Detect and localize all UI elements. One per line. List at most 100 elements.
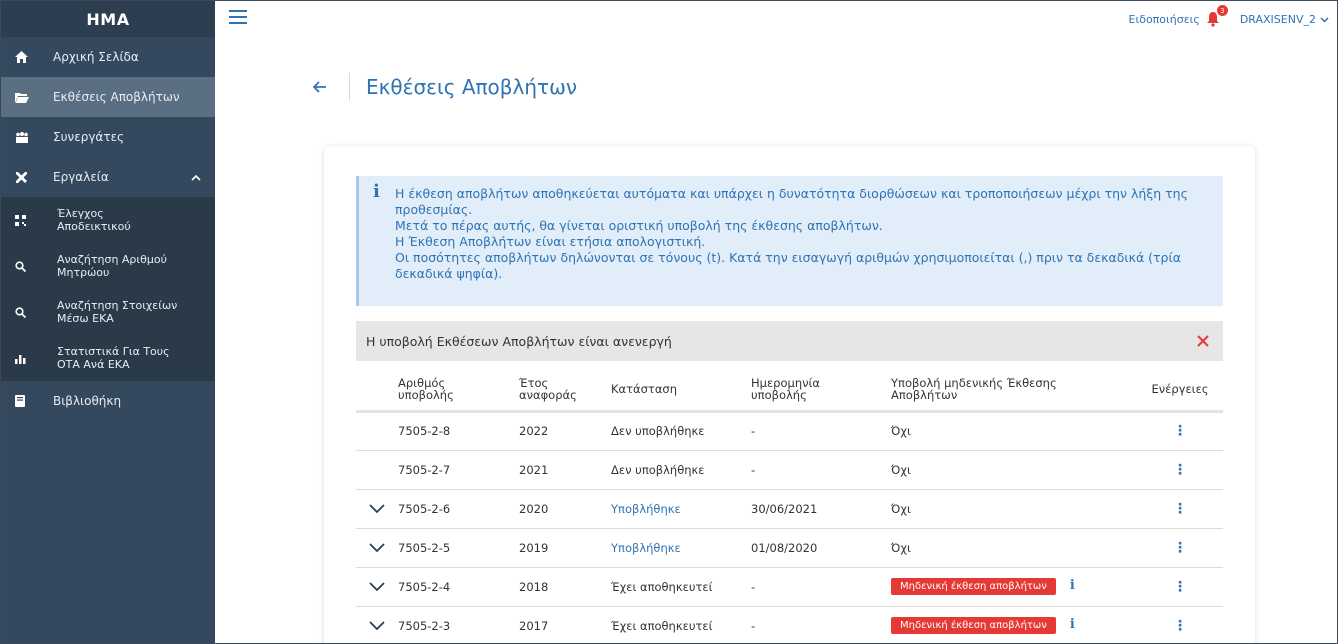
expand-cell: [356, 411, 398, 451]
sidebar-item-home[interactable]: Αρχική Σελίδα: [1, 37, 215, 77]
sidebar-item-label: Εργαλεία: [53, 170, 109, 184]
column-header-number: Αριθμός υποβολής: [398, 369, 519, 413]
cell-zero-report: Μηδενική έκθεση αποβλήτων i: [891, 606, 1137, 643]
table-row: 7505-2-4 2018 Έχει αποθηκευτεί - Μηδενικ…: [356, 567, 1223, 607]
cell-actions: ⋮: [1137, 528, 1223, 568]
folder-open-icon: [15, 92, 53, 103]
cell-state: Δεν υποβλήθηκε: [611, 411, 751, 451]
notifications-button[interactable]: Ειδοποιήσεις 3: [1128, 5, 1228, 27]
search-icon: [15, 260, 57, 272]
table-row: 7505-2-6 2020 Υποβλήθηκε 30/06/2021 Όχι …: [356, 489, 1223, 529]
info-line: Η έκθεση αποβλήτων αποθηκεύεται αυτόματα…: [395, 186, 1188, 217]
user-menu[interactable]: DRAXISENV_2: [1240, 13, 1329, 26]
cell-date: -: [751, 450, 891, 490]
sidebar-item-label: Στατιστικά Για Τους ΟΤΑ Ανά ΕΚΑ: [57, 345, 170, 371]
cell-zero-report: Όχι: [891, 450, 1137, 490]
sidebar-item-label: Αναζήτηση Αριθμού Μητρώου: [57, 253, 167, 279]
table-row: 7505-2-5 2019 Υποβλήθηκε 01/08/2020 Όχι …: [356, 528, 1223, 568]
kebab-menu-icon[interactable]: ⋮: [1173, 501, 1187, 517]
kebab-menu-icon[interactable]: ⋮: [1173, 618, 1187, 634]
cell-state: Υποβλήθηκε: [611, 489, 751, 529]
sidebar-item-label: Βιβλιοθήκη: [53, 394, 122, 408]
chevron-down-icon: [1320, 13, 1329, 26]
users-icon: [15, 131, 53, 143]
zero-report-badge[interactable]: Μηδενική έκθεση αποβλήτων: [891, 578, 1056, 595]
tools-icon: [15, 171, 53, 184]
cell-year: 2020: [519, 489, 611, 529]
header-label: Αριθμός υποβολής: [398, 376, 454, 403]
menu-toggle-icon[interactable]: [229, 10, 247, 26]
chevron-down-icon[interactable]: [369, 618, 385, 634]
cell-number: 7505-2-5: [398, 528, 519, 568]
state-link[interactable]: Υποβλήθηκε: [611, 502, 681, 516]
sidebar-item-label: Αναζήτηση Στοιχείων Μέσω ΕΚΑ: [57, 299, 178, 325]
column-header-date: Ημερομηνία υποβολής: [751, 369, 891, 413]
column-header-actions: Ενέργειες: [1137, 369, 1223, 413]
cell-number: 7505-2-4: [398, 567, 519, 607]
expand-cell: [356, 606, 398, 643]
cell-date: 30/06/2021: [751, 489, 891, 529]
table-row: 7505-2-3 2017 Έχει αποθηκευτεί - Μηδενικ…: [356, 606, 1223, 643]
table-header-row: Αριθμός υποβολής Έτος αναφοράς Κατάσταση…: [356, 369, 1223, 413]
cell-number: 7505-2-7: [398, 450, 519, 490]
book-icon: [15, 395, 53, 407]
cell-date: 01/08/2020: [751, 528, 891, 568]
kebab-menu-icon[interactable]: ⋮: [1173, 462, 1187, 478]
search-icon: [15, 306, 57, 318]
cell-state: Δεν υποβλήθηκε: [611, 450, 751, 490]
cell-date: -: [751, 606, 891, 643]
cell-zero-report: Όχι: [891, 489, 1137, 529]
user-name: DRAXISENV_2: [1239, 12, 1316, 26]
expand-cell: [356, 450, 398, 490]
brand-logo[interactable]: HMA: [1, 1, 215, 37]
notifications-count-badge: 3: [1216, 5, 1228, 16]
sidebar-item-waste-reports[interactable]: Εκθέσεις Αποβλήτων: [1, 77, 215, 117]
cell-year: 2022: [519, 411, 611, 451]
chevron-up-icon[interactable]: [191, 171, 201, 184]
info-icon[interactable]: i: [1070, 617, 1075, 632]
cell-number: 7505-2-3: [398, 606, 519, 643]
header-divider: [349, 73, 350, 101]
header-label: Έτος αναφοράς: [519, 376, 577, 403]
header-label: Υποβολή μηδενικής Έκθεσης Αποβλήτων: [891, 376, 1057, 403]
info-line: Μετά το πέρας αυτής, θα γίνεται οριστική…: [395, 218, 883, 233]
chevron-down-icon[interactable]: [369, 540, 385, 556]
home-icon: [15, 51, 53, 63]
reports-table: Αριθμός υποβολής Έτος αναφοράς Κατάσταση…: [356, 369, 1223, 643]
sidebar-item-search-registry[interactable]: Αναζήτηση Αριθμού Μητρώου: [1, 243, 215, 289]
cell-year: 2017: [519, 606, 611, 643]
sidebar-item-statistics[interactable]: Στατιστικά Για Τους ΟΤΑ Ανά ΕΚΑ: [1, 335, 215, 381]
topbar: Ειδοποιήσεις 3 DRAXISENV_2: [215, 1, 1337, 37]
cell-year: 2018: [519, 567, 611, 607]
close-icon[interactable]: [1197, 331, 1209, 352]
expand-column-header: [356, 369, 398, 413]
sidebar-item-library[interactable]: Βιβλιοθήκη: [1, 381, 215, 421]
sidebar-item-tools[interactable]: Εργαλεία: [1, 157, 215, 197]
kebab-menu-icon[interactable]: ⋮: [1173, 579, 1187, 595]
info-icon: i: [373, 181, 380, 202]
column-header-state: Κατάσταση: [611, 369, 751, 413]
sidebar-item-search-eka[interactable]: Αναζήτηση Στοιχείων Μέσω ΕΚΑ: [1, 289, 215, 335]
sidebar-item-partners[interactable]: Συνεργάτες: [1, 117, 215, 157]
expand-cell: [356, 567, 398, 607]
bell-icon: 3: [1206, 5, 1228, 27]
info-icon[interactable]: i: [1070, 578, 1075, 593]
column-header-zero-report: Υποβολή μηδενικής Έκθεσης Αποβλήτων: [891, 369, 1137, 413]
sidebar: HMA Αρχική Σελίδα Εκθέσεις Αποβλήτων Συν…: [1, 1, 215, 643]
cell-year: 2021: [519, 450, 611, 490]
kebab-menu-icon[interactable]: ⋮: [1173, 423, 1187, 439]
cell-zero-report: Όχι: [891, 411, 1137, 451]
sidebar-item-check-certificate[interactable]: Έλεγχος Αποδεικτικού: [1, 197, 215, 243]
state-link[interactable]: Υποβλήθηκε: [611, 541, 681, 555]
notifications-label: Ειδοποιήσεις: [1128, 12, 1200, 26]
topbar-right: Ειδοποιήσεις 3 DRAXISENV_2: [1129, 1, 1329, 37]
expand-cell: [356, 489, 398, 529]
page-header: Εκθέσεις Αποβλήτων: [312, 73, 577, 101]
sidebar-item-label: Συνεργάτες: [53, 130, 125, 144]
zero-report-badge[interactable]: Μηδενική έκθεση αποβλήτων: [891, 617, 1056, 634]
cell-actions: ⋮: [1137, 489, 1223, 529]
kebab-menu-icon[interactable]: ⋮: [1173, 540, 1187, 556]
back-arrow-icon[interactable]: [312, 77, 349, 98]
chevron-down-icon[interactable]: [369, 579, 385, 595]
chevron-down-icon[interactable]: [369, 501, 385, 517]
